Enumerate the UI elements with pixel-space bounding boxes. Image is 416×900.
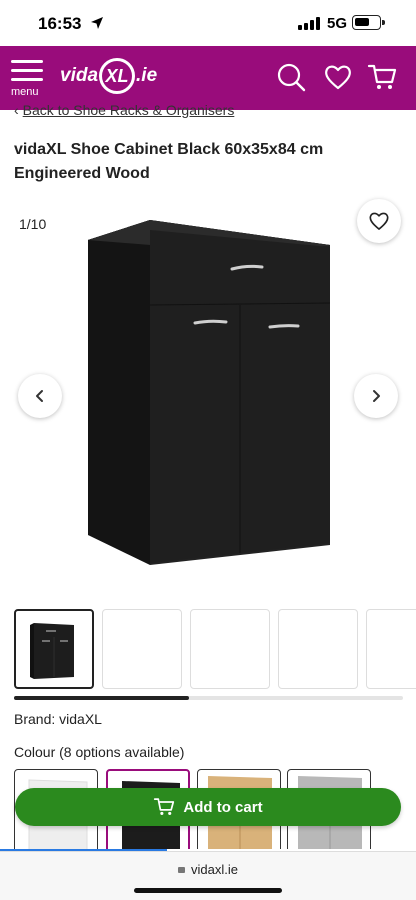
chevron-left-icon: ‹	[14, 102, 19, 118]
breadcrumb-link[interactable]: Back to Shoe Racks & Organisers	[23, 102, 235, 118]
cabinet-thumbnail-image	[30, 623, 74, 679]
scrollbar-thumb[interactable]	[14, 696, 190, 700]
add-to-cart-label: Add to cart	[183, 798, 263, 816]
thumbnail-strip	[14, 609, 416, 689]
breadcrumb[interactable]: ‹ Back to Shoe Racks & Organisers	[14, 102, 234, 118]
thumbnail-scrollbar[interactable]	[14, 696, 403, 700]
thumbnail-4[interactable]	[278, 609, 358, 689]
cart-icon[interactable]	[367, 62, 397, 92]
logo-mark: XL	[99, 58, 136, 94]
browser-bar: vidaxl.ie	[0, 851, 416, 900]
brand-label: Brand: vidaXL	[14, 711, 102, 727]
next-image-button[interactable]	[354, 374, 398, 418]
address-bar[interactable]: vidaxl.ie	[0, 862, 416, 877]
logo-text-right: .ie	[136, 65, 158, 86]
cart-icon	[154, 798, 175, 815]
heart-icon	[369, 212, 389, 230]
url-text: vidaxl.ie	[191, 862, 238, 877]
colour-label: Colour (8 options available)	[14, 744, 185, 760]
chevron-left-icon	[36, 390, 43, 402]
thumbnail-3[interactable]	[190, 609, 270, 689]
prev-image-button[interactable]	[18, 374, 62, 418]
network-label: 5G	[327, 15, 348, 32]
menu-label: menu	[11, 86, 39, 98]
thumbnail-2[interactable]	[102, 609, 182, 689]
signal-icon	[298, 17, 320, 30]
thumbnail-1[interactable]	[14, 609, 94, 689]
add-to-cart-button[interactable]: Add to cart	[15, 788, 401, 826]
product-title: vidaXL Shoe Cabinet Black 60x35x84 cm En…	[14, 141, 324, 182]
status-bar: 16:53 5G	[0, 0, 416, 46]
status-time: 16:53	[38, 14, 82, 33]
site-header: menu vida XL .ie	[0, 46, 416, 110]
thumbnail-5[interactable]	[366, 609, 416, 689]
site-logo[interactable]: vida XL .ie	[60, 58, 157, 94]
product-image[interactable]	[80, 215, 336, 570]
battery-icon	[352, 15, 385, 30]
location-arrow-icon	[91, 17, 103, 29]
logo-text-left: vida	[60, 65, 99, 86]
home-indicator[interactable]	[134, 888, 282, 893]
image-counter: 1/10	[19, 216, 47, 232]
heart-icon[interactable]	[323, 62, 353, 92]
search-icon[interactable]	[276, 62, 306, 92]
chevron-right-icon	[373, 390, 380, 402]
wishlist-button[interactable]	[357, 199, 401, 243]
lock-icon	[178, 867, 186, 873]
